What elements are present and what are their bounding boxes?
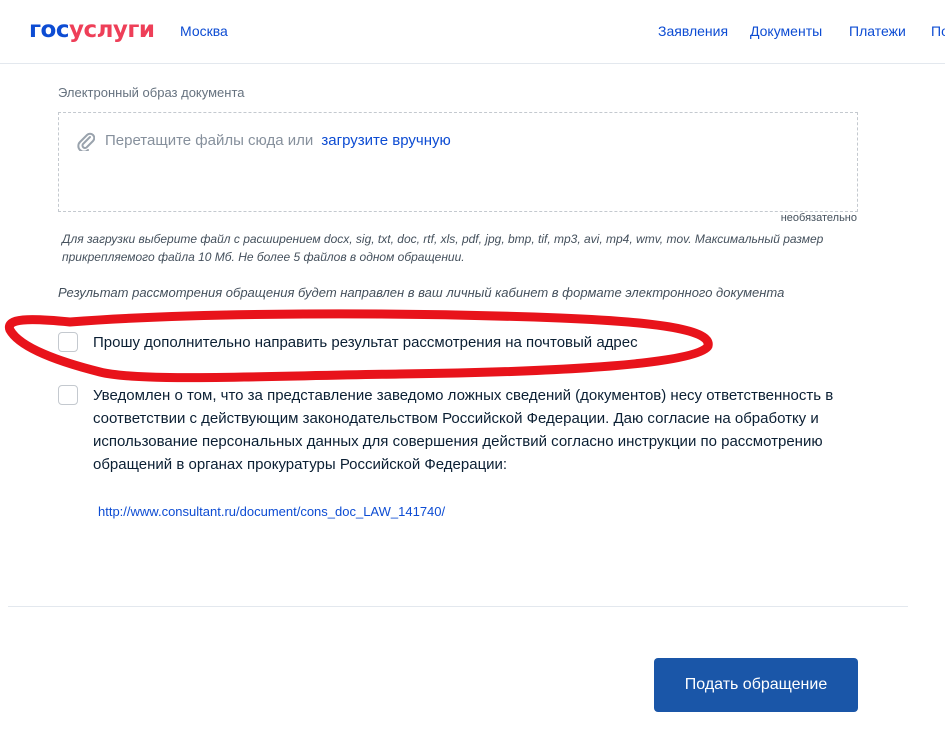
upload-label: Электронный образ документа — [58, 85, 245, 100]
file-drop-zone[interactable]: Перетащите файлы сюда или загрузите вруч… — [58, 112, 858, 212]
submit-button[interactable]: Подать обращение — [654, 658, 858, 712]
law-link[interactable]: http://www.consultant.ru/document/cons_d… — [98, 504, 445, 519]
header: госуслуги Москва Заявления Документы Пла… — [0, 0, 945, 64]
paperclip-icon — [77, 131, 96, 156]
city-selector[interactable]: Москва — [180, 23, 228, 39]
upload-manually-link[interactable]: загрузите вручную — [321, 132, 450, 149]
nav-more[interactable]: По — [931, 23, 945, 39]
nav-documents[interactable]: Документы — [750, 23, 822, 39]
drop-text: Перетащите файлы сюда или — [105, 132, 314, 149]
postal-address-label[interactable]: Прошу дополнительно направить результат … — [93, 331, 853, 354]
optional-label: необязательно — [780, 212, 857, 224]
postal-address-checkbox[interactable] — [58, 332, 78, 352]
nav-applications[interactable]: Заявления — [658, 23, 728, 39]
gosuslugi-logo[interactable]: госуслуги — [29, 17, 155, 43]
nav-payments[interactable]: Платежи — [849, 23, 906, 39]
consent-checkbox[interactable] — [58, 385, 78, 405]
divider — [8, 606, 908, 607]
consent-label[interactable]: Уведомлен о том, что за представление за… — [93, 384, 853, 476]
result-note: Результат рассмотрения обращения будет н… — [58, 285, 785, 300]
upload-hint: Для загрузки выберите файл с расширением… — [62, 232, 824, 264]
